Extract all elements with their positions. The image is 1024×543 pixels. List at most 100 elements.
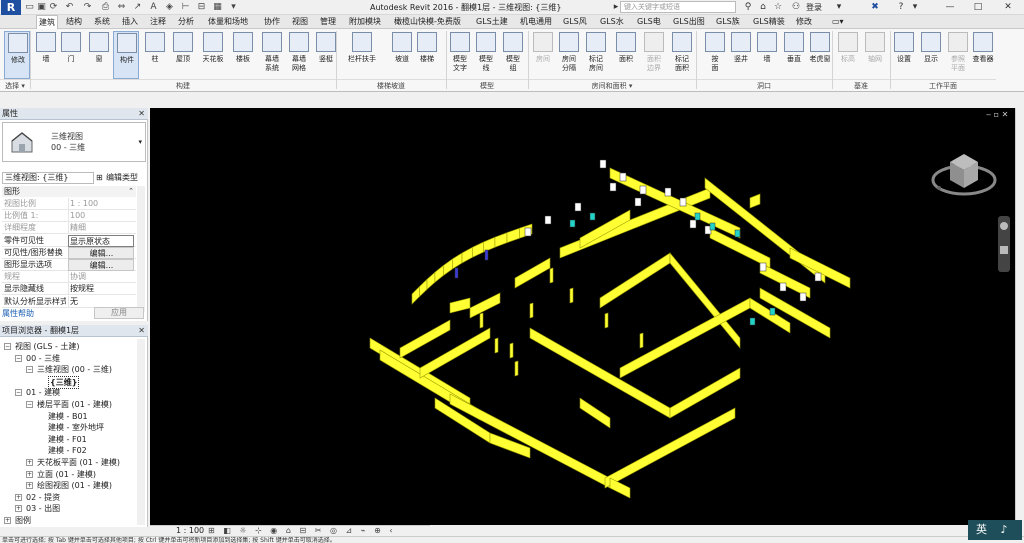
browser-tree-item[interactable]: 01 - 建模 xyxy=(26,387,60,398)
window-element[interactable] xyxy=(759,262,767,272)
ribbon-button-floor[interactable]: 楼板 xyxy=(230,31,256,79)
tab-11[interactable]: 橄榄山快模-免费版 xyxy=(392,15,463,29)
property-group-graphics[interactable]: 图形 ⌃ xyxy=(2,186,136,197)
window-element[interactable] xyxy=(569,219,576,228)
window-element[interactable] xyxy=(679,197,687,207)
tab-20[interactable]: 修改 xyxy=(794,15,814,29)
tab-17[interactable]: GLS出图 xyxy=(671,15,707,29)
wall-element[interactable] xyxy=(749,193,761,209)
viewcube-icon[interactable] xyxy=(930,146,1000,206)
window-element[interactable] xyxy=(694,212,701,221)
column-element[interactable] xyxy=(494,337,499,354)
browser-tree-item[interactable]: 天花板平面 (01 - 建模) xyxy=(37,457,120,468)
window-element[interactable] xyxy=(574,202,582,212)
tab-12[interactable]: GLS土建 xyxy=(474,15,510,29)
window-element[interactable] xyxy=(639,185,647,195)
column-element[interactable] xyxy=(509,342,514,359)
view-minimize-icon[interactable]: ‒ xyxy=(986,110,991,119)
subscription-icon[interactable]: ⌂ xyxy=(757,1,769,14)
column-element[interactable] xyxy=(529,302,534,319)
browser-tree-item[interactable]: 02 - 提资 xyxy=(26,492,60,503)
window-element[interactable] xyxy=(749,317,756,326)
properties-close-icon[interactable]: ✕ xyxy=(138,108,145,120)
favorites-star-icon[interactable]: ☆ xyxy=(772,1,784,14)
window-element[interactable] xyxy=(484,249,489,261)
tab-0[interactable]: 建筑 xyxy=(36,15,58,29)
view-control-icons[interactable]: ⊞ ◧ ☼ ⊹ ◉ ⌂ ⊟ ✂ ◎ ⊿ ⌁ ⊕ ‹ xyxy=(208,526,396,536)
tree-expand-icon[interactable]: + xyxy=(15,493,22,501)
exchange-apps-icon[interactable]: ✖ xyxy=(868,1,882,14)
browser-scrollbar[interactable] xyxy=(137,339,145,525)
property-value[interactable]: 显示原状态 xyxy=(68,234,134,247)
wall-element[interactable] xyxy=(469,292,501,319)
ribbon-panel-label[interactable]: 工作平面 xyxy=(890,79,996,91)
close-button[interactable]: ✕ xyxy=(994,0,1022,15)
zoom-icon[interactable] xyxy=(1000,246,1008,254)
browser-tree-item[interactable]: 楼层平面 (01 - 建模) xyxy=(37,399,112,410)
property-value[interactable]: 按规程 xyxy=(68,283,134,296)
drawing-area-scrollbar[interactable] xyxy=(1015,108,1024,525)
wall-element[interactable] xyxy=(449,297,471,314)
tab-6[interactable]: 体量和场地 xyxy=(206,15,250,29)
ribbon-button-component[interactable]: 构件 xyxy=(113,31,139,79)
tab-1[interactable]: 结构 xyxy=(64,15,84,29)
column-element[interactable] xyxy=(479,312,484,329)
window-element[interactable] xyxy=(454,267,459,279)
maximize-button[interactable]: □ xyxy=(964,0,992,15)
switch-windows-icon[interactable]: ▦ xyxy=(212,2,223,13)
wall-element[interactable] xyxy=(604,407,736,489)
tag-icon[interactable]: ↗ xyxy=(132,2,143,13)
properties-help-link[interactable]: 属性帮助 xyxy=(2,308,34,319)
ribbon-button-tag-room[interactable]: 标记 房间 xyxy=(583,31,609,79)
tab-18[interactable]: GLS族 xyxy=(714,15,742,29)
tab-9[interactable]: 管理 xyxy=(318,15,338,29)
curved-wall[interactable] xyxy=(443,258,453,277)
print-icon[interactable]: ⎙ xyxy=(100,2,111,13)
sync-icon[interactable]: ⟳ xyxy=(48,2,59,13)
curved-wall[interactable] xyxy=(434,264,444,283)
column-element[interactable] xyxy=(639,332,644,349)
curved-wall[interactable] xyxy=(472,241,484,258)
ribbon-panel-label[interactable]: 洞口 xyxy=(696,79,832,91)
wall-element[interactable] xyxy=(609,477,631,499)
tab-14[interactable]: GLS风 xyxy=(561,15,589,29)
curved-wall[interactable] xyxy=(494,232,508,248)
text-icon[interactable]: A xyxy=(148,2,159,13)
3d-view-canvas[interactable]: ‒ ▫ ✕ xyxy=(150,108,1015,525)
window-element[interactable] xyxy=(609,182,617,192)
ribbon-panel-label[interactable]: 楼梯坡道 xyxy=(336,79,446,91)
tab-15[interactable]: GLS水 xyxy=(598,15,626,29)
tree-expand-icon[interactable]: + xyxy=(26,482,33,490)
wall-element[interactable] xyxy=(599,252,671,309)
browser-tree-item[interactable]: 绘图视图 (01 - 建模) xyxy=(37,480,112,491)
ribbon-button-ceiling[interactable]: 天花板 xyxy=(200,31,226,79)
browser-tree-item[interactable]: 建模 - F01 xyxy=(48,434,87,445)
steering-wheel-icon[interactable] xyxy=(1000,222,1008,230)
wall-element[interactable] xyxy=(529,327,671,419)
default-3d-icon[interactable]: ◈ xyxy=(164,2,175,13)
window-element[interactable] xyxy=(689,219,697,229)
ribbon-button-door[interactable]: 门 xyxy=(58,31,84,79)
tree-expand-icon[interactable]: + xyxy=(4,517,11,524)
help-icon[interactable]: ? xyxy=(894,1,908,14)
browser-tree-item[interactable]: 00 - 三维 xyxy=(26,353,60,364)
tree-collapse-icon[interactable]: − xyxy=(15,354,22,362)
ribbon-button-area-boundary[interactable]: 面积 边界 xyxy=(641,31,667,79)
tree-expand-icon[interactable]: + xyxy=(26,459,33,466)
save-icon[interactable]: ▣ xyxy=(36,2,47,13)
tab-3[interactable]: 插入 xyxy=(120,15,140,29)
collapse-group-icon[interactable]: ⌃ xyxy=(128,186,134,197)
column-element[interactable] xyxy=(549,267,554,284)
window-element[interactable] xyxy=(709,222,716,231)
tab-8[interactable]: 视图 xyxy=(290,15,310,29)
property-edit-button[interactable]: 编辑... xyxy=(68,246,134,259)
wall-element[interactable] xyxy=(789,247,851,289)
curved-wall[interactable] xyxy=(452,252,463,270)
ribbon-button-area[interactable]: 面积 xyxy=(613,31,639,79)
tab-4[interactable]: 注释 xyxy=(148,15,168,29)
curved-wall[interactable] xyxy=(461,246,473,264)
ribbon-button-dormer[interactable]: 老虎窗 xyxy=(807,31,833,79)
window-element[interactable] xyxy=(769,307,776,316)
ime-indicator[interactable]: 英 ♪ xyxy=(968,520,1022,540)
minimize-button[interactable]: — xyxy=(936,0,964,15)
